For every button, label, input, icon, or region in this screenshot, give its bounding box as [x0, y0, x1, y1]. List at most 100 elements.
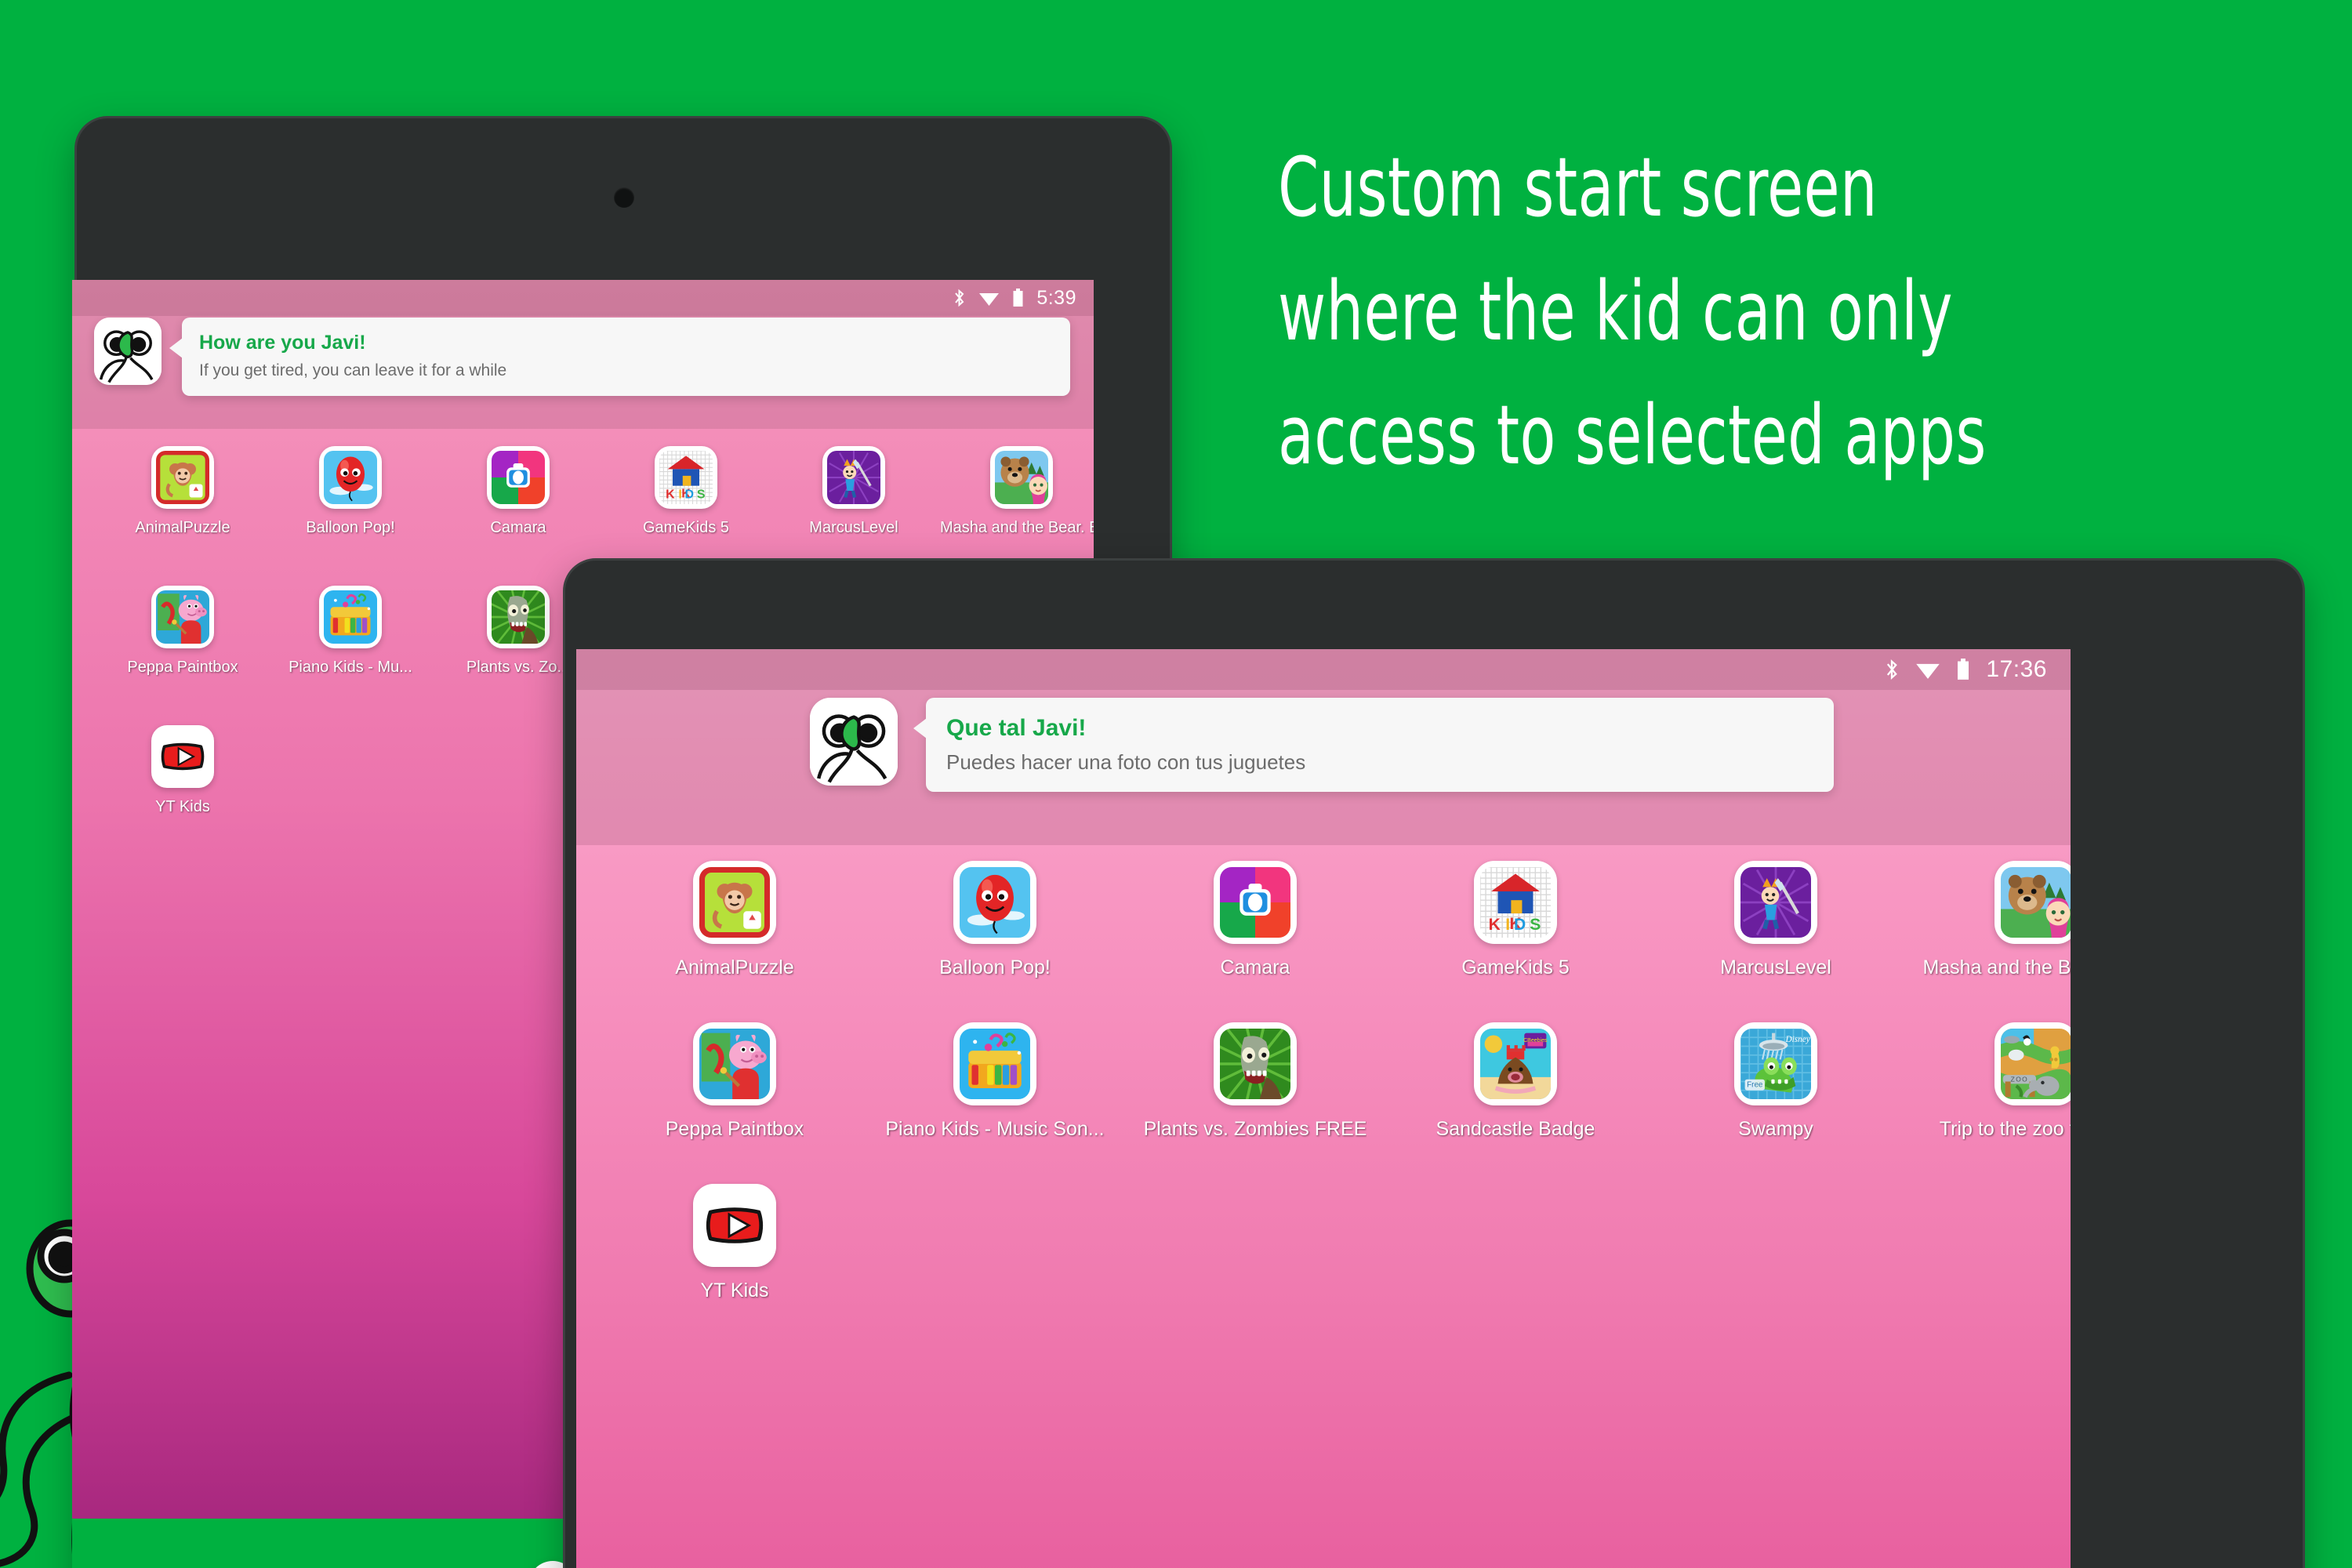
app-icon-peppa-paintbox[interactable]: Peppa Paintbox: [99, 586, 267, 725]
headline-line-3: access to selected apps: [1278, 387, 1987, 484]
app-grid: AnimalPuzzle Balloon Pop! Camara KKIDSKIDS G…: [576, 861, 2071, 1568]
masha-icon[interactable]: [1994, 861, 2071, 944]
app-label: Balloon Pop!: [939, 956, 1051, 978]
app-label: Masha and the Bear. Ed...: [940, 519, 1094, 536]
marcuslevel-icon-art: [827, 451, 880, 504]
svg-text:Free: Free: [1747, 1081, 1763, 1090]
camara-icon-art: [492, 451, 545, 504]
animalpuzzle-icon[interactable]: [693, 861, 776, 944]
ytkids-icon-art: [156, 730, 209, 783]
pianokids-icon[interactable]: [953, 1022, 1036, 1105]
app-icon-camara[interactable]: Camara: [1125, 861, 1385, 1022]
greeting-title: How are you Javi!: [199, 332, 366, 354]
gamekids5-icon-art: KKIDSKIDS: [1480, 867, 1551, 938]
plantsvszombies-icon[interactable]: [1214, 1022, 1297, 1105]
ytkids-icon[interactable]: [151, 725, 214, 788]
balloonpop-icon-art: [324, 451, 377, 504]
app-label: Plants vs. Zo...: [466, 659, 571, 676]
plantsvszombies-icon[interactable]: [487, 586, 550, 648]
app-icon-yt-kids[interactable]: YT Kids: [99, 725, 267, 865]
wifi-icon: [1916, 663, 1940, 679]
app-icon-peppa-paintbox[interactable]: Peppa Paintbox: [604, 1022, 865, 1184]
gecko-avatar-icon[interactable]: [810, 698, 898, 786]
sandcastle-icon[interactable]: CBeebies: [1474, 1022, 1557, 1105]
plantsvszombies-icon-art: [492, 590, 545, 644]
masha-icon[interactable]: [990, 446, 1053, 509]
swampy-icon-art: Free Disney: [1740, 1029, 1811, 1099]
plantsvszombies-icon-art: [1220, 1029, 1290, 1099]
status-bar: 17:36: [576, 649, 2071, 690]
masha-icon-art: [995, 451, 1048, 504]
app-label: Peppa Paintbox: [127, 659, 238, 676]
app-label: Piano Kids - Mu...: [289, 659, 412, 676]
app-icon-yt-kids[interactable]: YT Kids: [604, 1184, 865, 1345]
peppa-icon[interactable]: [151, 586, 214, 648]
masha-icon-art: [2001, 867, 2071, 938]
sandcastle-icon-art: CBeebies: [1480, 1029, 1551, 1099]
svg-text:ZOO: ZOO: [2011, 1076, 2028, 1083]
animalpuzzle-icon[interactable]: [151, 446, 214, 509]
app-label: YT Kids: [155, 798, 210, 815]
app-label: AnimalPuzzle: [135, 519, 230, 536]
app-label: Peppa Paintbox: [665, 1118, 804, 1140]
status-bar: 5:39: [72, 280, 1094, 316]
app-icon-balloon-pop[interactable]: Balloon Pop!: [865, 861, 1125, 1022]
app-icon-gamekids-5[interactable]: KKIDSKIDS GameKids 5: [1385, 861, 1646, 1022]
app-icon-swampy[interactable]: Free Disney Swampy: [1646, 1022, 1906, 1184]
app-icon-marcuslevel[interactable]: MarcusLevel: [1646, 861, 1906, 1022]
wifi-icon: [979, 293, 1000, 306]
pianokids-icon[interactable]: [319, 586, 382, 648]
app-icon-trip-to-the-zoo-for-kids[interactable]: ZOO Trip to the zoo for kids: [1906, 1022, 2071, 1184]
peppa-icon[interactable]: [693, 1022, 776, 1105]
app-label: Sandcastle Badge: [1436, 1118, 1595, 1140]
gamekids5-icon[interactable]: KKIDSKIDS: [1474, 861, 1557, 944]
svg-text:K: K: [666, 488, 675, 502]
greeting-subtitle: If you get tired, you can leave it for a…: [199, 361, 507, 379]
app-label: Plants vs. Zombies FREE: [1143, 1118, 1367, 1140]
svg-text:I: I: [1505, 916, 1510, 934]
app-icon-sandcastle-badge[interactable]: CBeebies Sandcastle Badge: [1385, 1022, 1646, 1184]
balloonpop-icon[interactable]: [319, 446, 382, 509]
app-icon-piano-kids-mu[interactable]: Piano Kids - Mu...: [267, 586, 434, 725]
marcuslevel-icon[interactable]: [822, 446, 885, 509]
app-label: AnimalPuzzle: [675, 956, 794, 978]
app-label: MarcusLevel: [1720, 956, 1831, 978]
app-label: Camara: [490, 519, 546, 536]
battery-icon: [1013, 289, 1023, 307]
zoo-icon-art: ZOO: [2001, 1029, 2071, 1099]
svg-text:S: S: [697, 488, 706, 502]
headline: Custom start screen where the kid can on…: [1278, 125, 2106, 497]
app-icon-animalpuzzle[interactable]: AnimalPuzzle: [604, 861, 865, 1022]
svg-text:D: D: [1514, 916, 1526, 934]
gamekids5-icon[interactable]: KKIDSKIDS: [655, 446, 717, 509]
app-icon-piano-kids-music-son[interactable]: Piano Kids - Music Son...: [865, 1022, 1125, 1184]
app-icon-balloon-pop[interactable]: Balloon Pop!: [267, 446, 434, 586]
swampy-icon[interactable]: Free Disney: [1734, 1022, 1817, 1105]
app-label: Camara: [1220, 956, 1290, 978]
marcuslevel-icon[interactable]: [1734, 861, 1817, 944]
greeting-bubble: How are you Javi! If you get tired, you …: [169, 318, 1070, 396]
app-icon-animalpuzzle[interactable]: AnimalPuzzle: [99, 446, 267, 586]
gecko-avatar-icon[interactable]: [94, 318, 162, 385]
balloonpop-icon[interactable]: [953, 861, 1036, 944]
app-icon-masha-and-the-bear-ed[interactable]: Masha and the Bear. Ed...: [1906, 861, 2071, 1022]
ytkids-icon[interactable]: [693, 1184, 776, 1267]
greeting-title: Que tal Javi!: [946, 715, 1087, 741]
app-icon-plants-vs-zombies-free[interactable]: Plants vs. Zombies FREE: [1125, 1022, 1385, 1184]
zoo-icon[interactable]: ZOO: [1994, 1022, 2071, 1105]
svg-text:I: I: [678, 488, 681, 502]
battery-icon: [1958, 659, 1969, 680]
bluetooth-icon: [1887, 659, 1898, 680]
camara-icon-art: [1220, 867, 1290, 938]
app-label: GameKids 5: [1461, 956, 1570, 978]
headline-line-2: where the kid can only: [1278, 263, 1953, 360]
svg-text:D: D: [685, 488, 695, 502]
status-time: 17:36: [1986, 656, 2047, 682]
camara-icon[interactable]: [487, 446, 550, 509]
balloonpop-icon-art: [960, 867, 1030, 938]
greeting-subtitle: Puedes hacer una foto con tus juguetes: [946, 750, 1306, 774]
app-label: Balloon Pop!: [306, 519, 395, 536]
app-label: Swampy: [1738, 1118, 1813, 1140]
camara-icon[interactable]: [1214, 861, 1297, 944]
app-label: MarcusLevel: [809, 519, 898, 536]
